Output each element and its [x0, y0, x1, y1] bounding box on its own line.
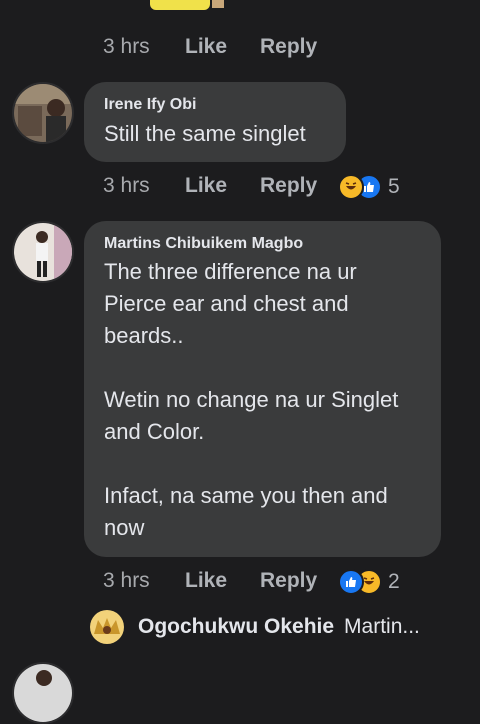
reply-button[interactable]: Reply: [260, 174, 317, 198]
comment-actions: 3 hrs Like Reply: [103, 174, 317, 198]
timestamp: 3 hrs: [103, 174, 150, 197]
reply-author[interactable]: Ogochukwu Okehie: [138, 615, 334, 639]
reply-button[interactable]: Reply: [260, 35, 317, 59]
comment-text: Still the same singlet: [104, 121, 306, 146]
avatar[interactable]: [12, 82, 74, 144]
like-button[interactable]: Like: [185, 35, 260, 59]
haha-reaction-icon: [338, 174, 364, 200]
cropped-highlight-tail: [212, 0, 224, 8]
reaction-count: 2: [388, 570, 400, 593]
reaction-summary[interactable]: 5: [338, 174, 400, 200]
avatar: [90, 610, 124, 644]
timestamp: 3 hrs: [103, 569, 150, 592]
comment-actions: 3 hrs Like Reply: [103, 569, 317, 593]
cropped-highlight: [150, 0, 210, 10]
comment-bubble: Irene Ify Obi Still the same singlet: [84, 82, 346, 162]
comment-author[interactable]: Irene Ify Obi: [104, 96, 196, 114]
avatar[interactable]: [12, 221, 74, 283]
timestamp: 3 hrs: [103, 35, 150, 58]
comment-actions-top: 3 hrs Like Reply: [103, 35, 317, 59]
like-reaction-icon: [338, 569, 364, 595]
reaction-summary[interactable]: 2: [338, 569, 400, 595]
like-button[interactable]: Like: [185, 569, 260, 593]
reaction-count: 5: [388, 175, 400, 198]
like-button[interactable]: Like: [185, 174, 260, 198]
avatar-photo: [14, 223, 72, 281]
reply-snippet: Martin...: [344, 615, 420, 638]
comment-author[interactable]: Martins Chibuikem Magbo: [104, 235, 303, 253]
reply-preview[interactable]: Ogochukwu Okehie Martin...: [90, 610, 420, 644]
comment-text: The three difference na ur Pierce ear an…: [104, 259, 399, 540]
comment-bubble: Martins Chibuikem Magbo The three differ…: [84, 221, 441, 557]
reply-button[interactable]: Reply: [260, 569, 317, 593]
avatar[interactable]: [12, 662, 74, 724]
avatar-photo: [90, 610, 124, 644]
avatar-photo: [14, 84, 72, 142]
avatar-photo: [14, 664, 72, 722]
